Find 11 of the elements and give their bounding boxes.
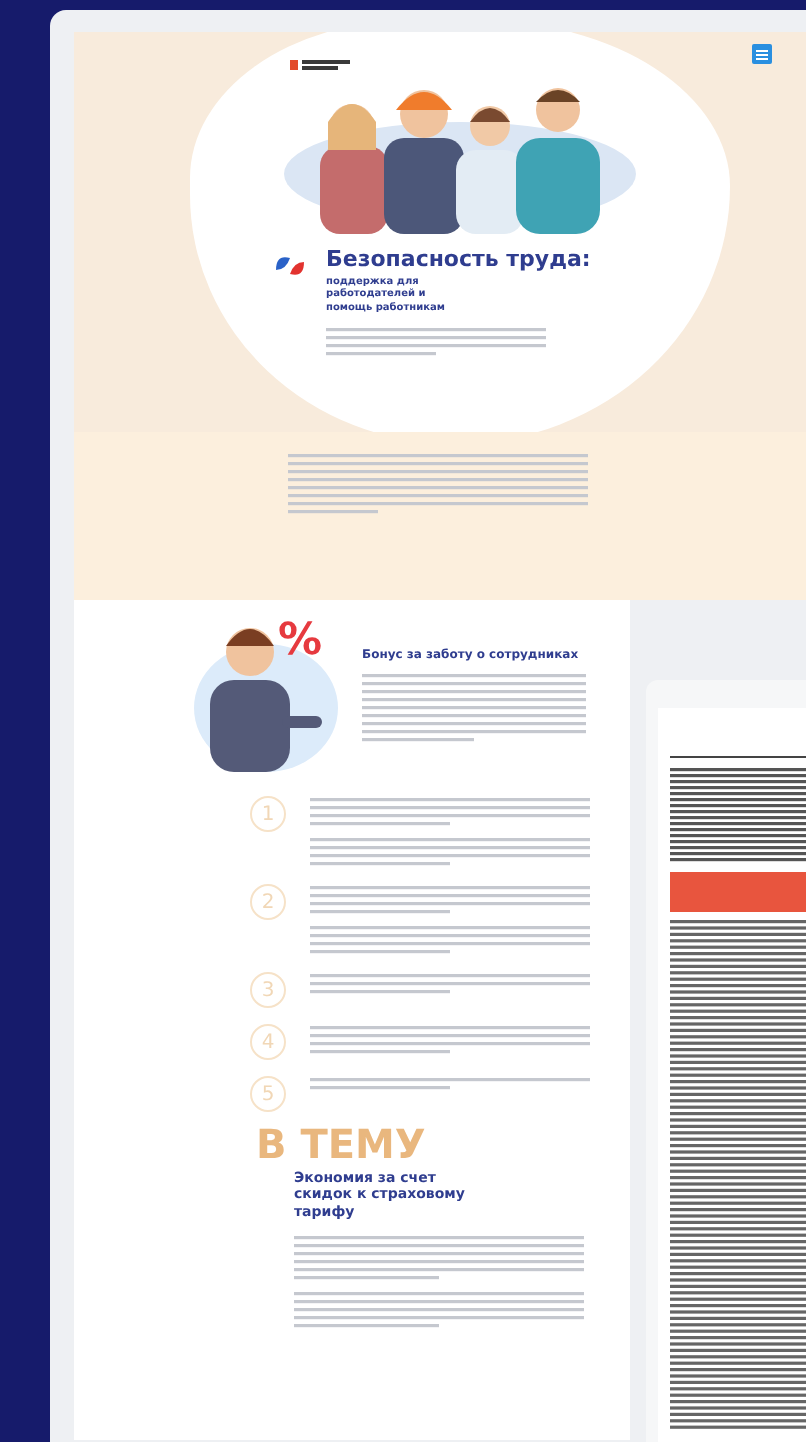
menu-icon: [756, 49, 768, 59]
step-number: 3: [250, 972, 286, 1008]
percent-sign: %: [278, 616, 323, 666]
step-number: 4: [250, 1024, 286, 1060]
hero-title: Безопасность труда:: [326, 246, 591, 272]
related-label: В ТЕМУ: [256, 1124, 428, 1164]
step-number: 2: [250, 884, 286, 920]
menu-button[interactable]: [752, 44, 772, 64]
logo-icon: [290, 60, 350, 70]
step-number: 1: [250, 796, 286, 832]
step-number: 5: [250, 1076, 286, 1112]
